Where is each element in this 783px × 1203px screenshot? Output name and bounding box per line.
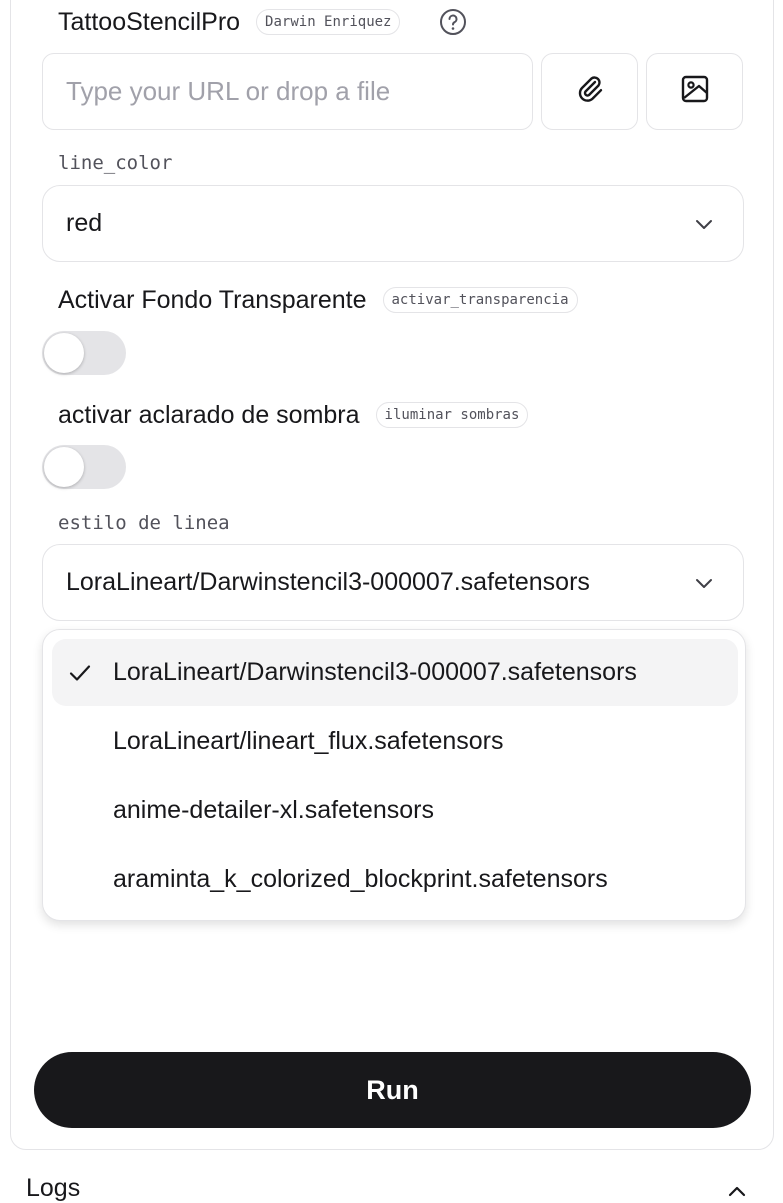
option-label: anime-detailer-xl.safetensors xyxy=(113,796,434,824)
shadows-toggle[interactable] xyxy=(42,445,126,489)
transparency-toggle[interactable] xyxy=(42,331,126,375)
dropdown-option[interactable]: LoraLineart/Darwinstencil3-000007.safete… xyxy=(52,639,738,706)
check-icon xyxy=(69,665,91,681)
line-color-label: line_color xyxy=(58,152,173,174)
line-style-label: estilo de linea xyxy=(58,512,230,534)
paperclip-icon xyxy=(574,73,606,110)
dropdown-option[interactable]: anime-detailer-xl.safetensors xyxy=(52,777,738,844)
transparency-param-badge: activar_transparencia xyxy=(382,287,578,313)
app-title: TattooStencilPro xyxy=(58,8,241,36)
option-label: LoraLineart/Darwinstencil3-000007.safete… xyxy=(113,658,637,686)
toggle-knob xyxy=(44,447,84,487)
attach-file-button[interactable] xyxy=(541,53,638,130)
run-button[interactable]: Run xyxy=(34,1052,751,1128)
shadows-label: activar aclarado de sombra xyxy=(58,400,360,429)
toggle-knob xyxy=(44,333,84,373)
option-label: araminta_k_colorized_blockprint.safetens… xyxy=(113,865,608,893)
shadows-param-badge: iluminar sombras xyxy=(375,402,529,428)
line-color-select[interactable]: red xyxy=(42,185,744,262)
line-style-value: LoraLineart/Darwinstencil3-000007.safete… xyxy=(66,568,590,596)
shadows-row: activar aclarado de sombra iluminar somb… xyxy=(58,398,529,432)
transparency-row: Activar Fondo Transparente activar_trans… xyxy=(58,283,578,317)
chevron-down-icon xyxy=(696,220,712,229)
upload-image-button[interactable] xyxy=(646,53,743,130)
dropdown-option[interactable]: araminta_k_colorized_blockprint.safetens… xyxy=(52,846,738,913)
author-badge[interactable]: Darwin Enriquez xyxy=(256,9,401,35)
chevron-down-icon xyxy=(696,579,712,588)
image-icon xyxy=(680,74,710,109)
app-title-row: TattooStencilPro Darwin Enriquez xyxy=(58,6,401,38)
line-color-value: red xyxy=(66,209,103,237)
line-style-dropdown: LoraLineart/Darwinstencil3-000007.safete… xyxy=(42,629,746,921)
dropdown-option[interactable]: LoraLineart/lineart_flux.safetensors xyxy=(52,708,738,775)
url-input[interactable]: Type your URL or drop a file xyxy=(42,53,533,130)
option-label: LoraLineart/lineart_flux.safetensors xyxy=(113,727,504,755)
transparency-label: Activar Fondo Transparente xyxy=(58,285,367,314)
help-icon[interactable] xyxy=(439,8,467,36)
line-style-select[interactable]: LoraLineart/Darwinstencil3-000007.safete… xyxy=(42,544,744,621)
